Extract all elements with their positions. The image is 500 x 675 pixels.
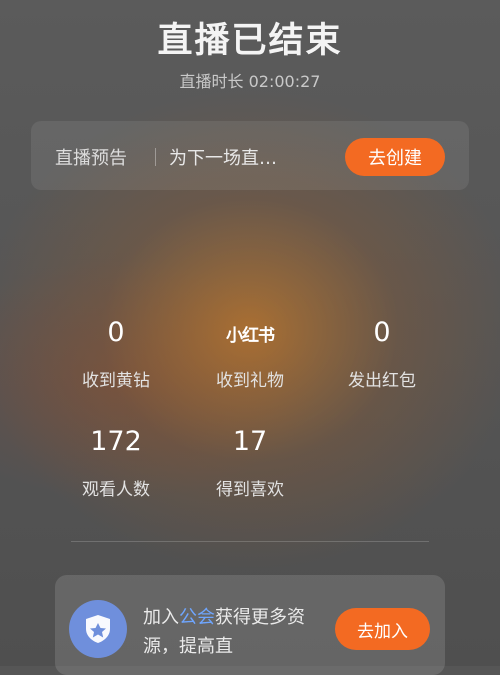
page-title: 直播已结束	[157, 21, 343, 61]
stat-value: 172	[90, 426, 142, 457]
preview-input[interactable]: 为下一场直…	[169, 144, 277, 170]
guild-link[interactable]: 公会	[179, 607, 215, 628]
stat-yellow-diamonds: 0 收到黄钻	[41, 316, 191, 391]
preview-label: 直播预告	[55, 148, 127, 169]
section-divider	[71, 541, 429, 542]
stat-likes: 17 得到喜欢	[175, 425, 325, 500]
guild-promo-card[interactable]: 加入公会获得更多资源，提高直 去加入	[55, 575, 445, 675]
create-preview-button[interactable]: 去创建	[345, 138, 445, 176]
stat-value: 小红书	[175, 316, 325, 350]
stat-label: 观看人数	[82, 480, 150, 500]
join-guild-button[interactable]: 去加入	[335, 608, 430, 650]
stat-red-packets: 0 发出红包	[307, 316, 457, 391]
stat-label: 发出红包	[348, 371, 416, 391]
stat-label: 收到黄钻	[82, 371, 150, 391]
stat-viewers: 172 观看人数	[41, 425, 191, 500]
guild-text-before: 加入	[143, 607, 179, 628]
guild-promo-text: 加入公会获得更多资源，提高直	[143, 603, 313, 661]
stat-label: 得到喜欢	[216, 480, 284, 500]
live-duration: 直播时长 02:00:27	[179, 72, 321, 91]
stat-value: 17	[232, 426, 268, 457]
xiaohongshu-watermark: 小红书	[226, 326, 275, 346]
stat-label: 收到礼物	[216, 371, 284, 391]
stat-gifts: 小红书 收到礼物	[175, 316, 325, 391]
live-preview-bar[interactable]: 直播预告 为下一场直… 去创建	[31, 121, 469, 190]
stat-value: 0	[107, 317, 125, 348]
divider	[155, 148, 156, 166]
stat-value: 0	[373, 317, 391, 348]
shield-icon	[69, 600, 127, 658]
